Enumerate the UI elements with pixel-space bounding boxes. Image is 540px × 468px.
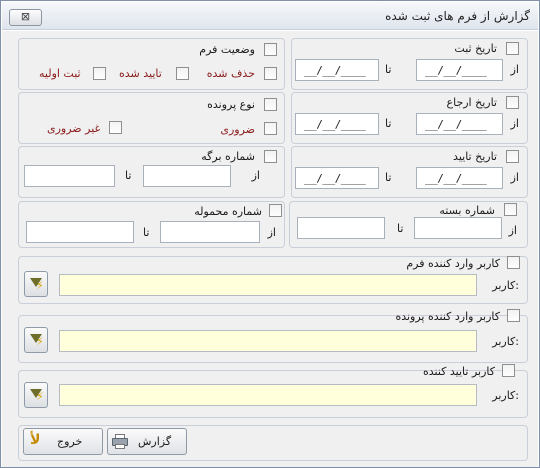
title-bar: گزارش از فرم های ثبت شده ⊠	[2, 2, 538, 30]
form-status-label: وضعیت فرم	[199, 43, 255, 56]
approval-date-group: تاریخ تایید از __/__/____ تا __/__/____	[291, 146, 528, 198]
approved-checkbox[interactable]	[176, 67, 189, 80]
report-button[interactable]: گزارش	[107, 428, 187, 455]
package-number-to-field[interactable]	[297, 217, 385, 239]
approval-date-checkbox[interactable]	[506, 150, 519, 163]
deleted-label: حذف شده	[206, 67, 255, 80]
registration-date-label: تاریخ ثبت	[454, 42, 497, 55]
package-number-group: شماره بسته از تا	[289, 201, 528, 248]
from-label: از	[251, 169, 260, 182]
report-window: گزارش از فرم های ثبت شده ⊠ تاریخ ثبت از …	[0, 0, 540, 468]
close-icon: ⊠	[20, 10, 31, 23]
form-entry-user-field[interactable]	[59, 274, 477, 296]
package-number-checkbox[interactable]	[504, 203, 517, 216]
form-status-checkbox[interactable]	[264, 43, 277, 56]
shipment-number-label: شماره محموله	[194, 205, 262, 218]
exit-icon: ﻷ	[30, 432, 41, 448]
initial-checkbox[interactable]	[93, 67, 106, 80]
file-entry-user-checkbox[interactable]	[507, 309, 520, 322]
lightning-icon: ⚡	[36, 335, 44, 348]
to-label: تا	[143, 226, 150, 239]
file-type-group: نوع پرونده ضروری غیر ضروری	[18, 92, 285, 144]
file-entry-user-group: کاربر وارد کننده پرونده ⚡ کاربر:	[18, 309, 528, 363]
to-label: تا	[125, 169, 132, 182]
form-entry-user-label: کاربر وارد کننده فرم	[406, 257, 500, 270]
required-label: ضروری	[220, 123, 255, 136]
form-entry-user-checkbox[interactable]	[507, 256, 520, 269]
lightning-icon: ⚡	[36, 279, 44, 292]
sheet-number-checkbox[interactable]	[264, 150, 277, 163]
registration-date-checkbox[interactable]	[506, 42, 519, 55]
approver-user-label: کاربر تایید کننده	[422, 365, 495, 378]
dialog-body: تاریخ ثبت از __/__/____ تا __/__/____ وض…	[2, 31, 538, 467]
printer-icon	[112, 434, 128, 449]
exit-button-label: خروج	[57, 435, 83, 448]
sheet-number-to-field[interactable]	[24, 165, 115, 187]
required-checkbox[interactable]	[264, 122, 277, 135]
to-label: تا	[397, 222, 404, 235]
approval-date-from-field[interactable]: __/__/____	[416, 167, 503, 189]
file-entry-user-filter-button[interactable]: ⚡	[24, 327, 48, 353]
file-entry-user-field[interactable]	[59, 330, 477, 352]
file-entry-user-label: کاربر وارد کننده پرونده	[395, 310, 500, 323]
package-number-label: شماره بسته	[439, 204, 495, 217]
file-type-checkbox[interactable]	[264, 98, 277, 111]
shipment-number-from-field[interactable]	[160, 221, 260, 243]
to-label: تا	[385, 63, 392, 76]
shipment-number-group: شماره محموله از تا	[18, 201, 285, 248]
to-label: تا	[385, 171, 392, 184]
referral-date-group: تاریخ ارجاع از __/__/____ تا __/__/____	[291, 92, 528, 144]
user-label: کاربر:	[492, 279, 519, 292]
form-status-group: وضعیت فرم حذف شده تایید شده ثبت اولیه	[18, 38, 285, 90]
registration-date-group: تاریخ ثبت از __/__/____ تا __/__/____	[291, 38, 528, 90]
initial-label: ثبت اولیه	[39, 67, 81, 80]
form-entry-user-filter-button[interactable]: ⚡	[24, 271, 48, 297]
approver-user-filter-button[interactable]: ⚡	[24, 382, 48, 408]
shipment-number-checkbox[interactable]	[269, 204, 282, 217]
approval-date-to-field[interactable]: __/__/____	[295, 167, 379, 189]
to-label: تا	[385, 117, 392, 130]
user-label: کاربر:	[492, 389, 519, 402]
registration-date-from-field[interactable]: __/__/____	[416, 59, 503, 81]
not-required-label: غیر ضروری	[47, 122, 101, 135]
lightning-icon: ⚡	[36, 390, 44, 403]
from-label: از	[510, 171, 519, 184]
referral-date-label: تاریخ ارجاع	[446, 96, 497, 109]
shipment-number-to-field[interactable]	[26, 221, 134, 243]
form-entry-user-group: کاربر وارد کننده فرم ⚡ کاربر:	[18, 256, 528, 304]
registration-date-to-field[interactable]: __/__/____	[295, 59, 379, 81]
referral-date-from-field[interactable]: __/__/____	[416, 113, 503, 135]
approver-user-checkbox[interactable]	[502, 364, 515, 377]
exit-button[interactable]: ﻷ خروج	[23, 428, 103, 455]
from-label: از	[267, 226, 276, 239]
window-title: گزارش از فرم های ثبت شده	[385, 9, 530, 23]
referral-date-checkbox[interactable]	[506, 96, 519, 109]
close-button[interactable]: ⊠	[9, 9, 42, 26]
approver-user-group: کاربر تایید کننده ⚡ کاربر:	[18, 364, 528, 418]
referral-date-to-field[interactable]: __/__/____	[295, 113, 379, 135]
sheet-number-group: شماره برگه از تا	[18, 146, 285, 198]
not-required-checkbox[interactable]	[109, 121, 122, 134]
from-label: از	[510, 63, 519, 76]
sheet-number-label: شماره برگه	[201, 150, 255, 163]
user-label: کاربر:	[492, 335, 519, 348]
approved-label: تایید شده	[119, 67, 162, 80]
package-number-from-field[interactable]	[414, 217, 502, 239]
approval-date-label: تاریخ تایید	[453, 150, 497, 163]
from-label: از	[508, 224, 517, 237]
from-label: از	[510, 117, 519, 130]
report-button-label: گزارش	[138, 435, 172, 448]
deleted-checkbox[interactable]	[264, 67, 277, 80]
approver-user-field[interactable]	[59, 384, 477, 406]
sheet-number-from-field[interactable]	[143, 165, 231, 187]
file-type-label: نوع پرونده	[207, 98, 255, 111]
